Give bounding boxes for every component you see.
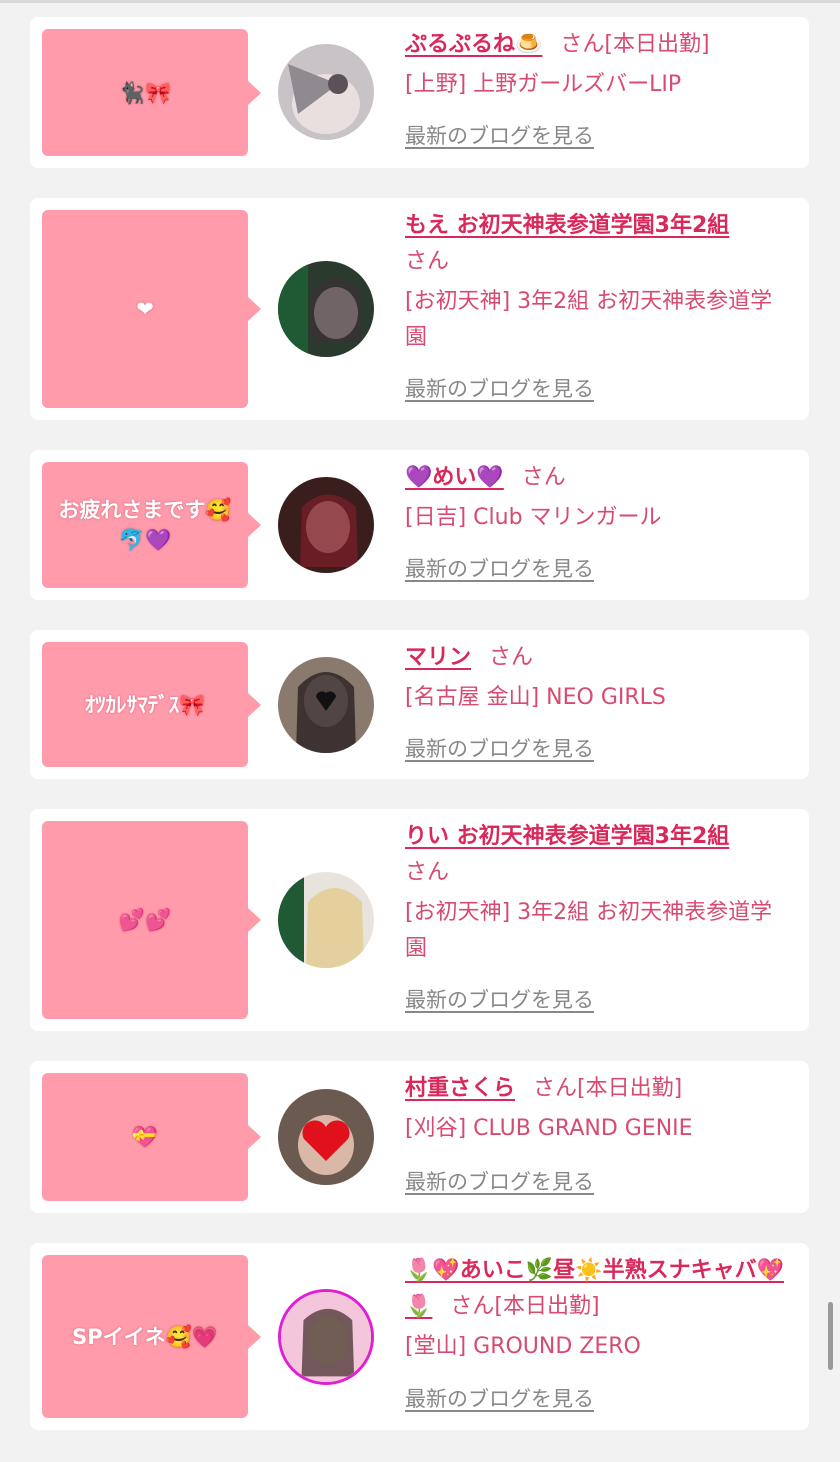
honorific: さん bbox=[450, 1294, 495, 1319]
honorific: さん bbox=[560, 32, 605, 57]
shop-name: [上野] 上野ガールズバーLIP bbox=[405, 72, 682, 97]
shop-name: [お初天神] 3年2組 お初天神表参道学園 bbox=[405, 289, 773, 350]
message-bubble: SPイイネ🥰💗 bbox=[42, 1255, 261, 1418]
cast-name-link[interactable]: もえ お初天神表参道学園3年2組 bbox=[405, 213, 729, 238]
blog-link[interactable]: 最新のブログを見る bbox=[405, 120, 594, 150]
avatar[interactable] bbox=[278, 44, 374, 140]
avatar[interactable] bbox=[278, 1289, 374, 1385]
status-badge: [本日出勤] bbox=[494, 1294, 600, 1319]
item-info: もえ お初天神表参道学園3年2組 さん [お初天神] 3年2組 お初天神表参道学… bbox=[405, 208, 789, 356]
status-badge: [本日出勤] bbox=[604, 32, 710, 57]
blog-link[interactable]: 最新のブログを見る bbox=[405, 553, 594, 583]
list-item: ❤ もえ お初天神表参道学園3年2組 さん [お初天神] 3年2組 お初天神表参… bbox=[30, 198, 809, 420]
item-info: 💜めい💜 さん [日吉] Club マリンガール bbox=[405, 460, 789, 536]
item-info: マリン さん [名古屋 金山] NEO GIRLS bbox=[405, 640, 789, 716]
honorific: さん bbox=[405, 860, 450, 885]
honorific: さん bbox=[489, 645, 534, 670]
cast-name-link[interactable]: りい お初天神表参道学園3年2組 bbox=[405, 824, 729, 849]
item-info: 🌷💖あいこ🌿昼☀️半熟スナキャバ💖🌷 さん[本日出勤] [堂山] GROUND Z… bbox=[405, 1253, 789, 1365]
blog-link[interactable]: 最新のブログを見る bbox=[405, 733, 594, 763]
list-item: ｵﾂｶﾚｻﾏﾃﾞｽ🎀 マリン さん [名古屋 金山] NEO GIRLS 最新のブ… bbox=[30, 630, 809, 779]
shop-name: [日吉] Club マリンガール bbox=[405, 505, 662, 530]
list-item: 🐈‍⬛🎀 ぷるぷるね🍮 さん[本日出勤] [上野] 上野ガールズバーLIP 最新の… bbox=[30, 17, 809, 168]
blog-link[interactable]: 最新のブログを見る bbox=[405, 984, 594, 1014]
list-item: 💕💕 りい お初天神表参道学園3年2組 さん [お初天神] 3年2組 お初天神表… bbox=[30, 809, 809, 1031]
list-item: SPイイネ🥰💗 🌷💖あいこ🌿昼☀️半熟スナキャバ💖🌷 さん[本日出勤] [堂山] … bbox=[30, 1243, 809, 1430]
cast-name-link[interactable]: ぷるぷるね🍮 bbox=[405, 32, 542, 57]
message-bubble: ❤ bbox=[42, 210, 261, 408]
cast-name-link[interactable]: 村重さくら bbox=[405, 1076, 515, 1101]
message-bubble: 💝 bbox=[42, 1073, 261, 1201]
status-badge: [本日出勤] bbox=[577, 1076, 683, 1101]
avatar[interactable] bbox=[278, 261, 374, 357]
message-bubble: お疲れさまです🥰🐬💜 bbox=[42, 462, 261, 588]
message-bubble: 🐈‍⬛🎀 bbox=[42, 29, 261, 156]
list-item: お疲れさまです🥰🐬💜 💜めい💜 さん [日吉] Club マリンガール 最新のブロ… bbox=[30, 450, 809, 600]
message-bubble: ｵﾂｶﾚｻﾏﾃﾞｽ🎀 bbox=[42, 642, 261, 767]
shop-name: [お初天神] 3年2組 お初天神表参道学園 bbox=[405, 900, 773, 961]
honorific: さん bbox=[533, 1076, 578, 1101]
message-bubble: 💕💕 bbox=[42, 821, 261, 1019]
item-info: りい お初天神表参道学園3年2組 さん [お初天神] 3年2組 お初天神表参道学… bbox=[405, 819, 789, 967]
avatar[interactable] bbox=[278, 1089, 374, 1185]
blog-link[interactable]: 最新のブログを見る bbox=[405, 1166, 594, 1196]
cast-name-link[interactable]: 💜めい💜 bbox=[405, 465, 504, 490]
item-info: 村重さくら さん[本日出勤] [刈谷] CLUB GRAND GENIE bbox=[405, 1071, 789, 1147]
avatar[interactable] bbox=[278, 657, 374, 753]
avatar[interactable] bbox=[278, 477, 374, 573]
avatar[interactable] bbox=[278, 872, 374, 968]
cast-name-link[interactable]: マリン bbox=[405, 645, 471, 670]
top-divider bbox=[0, 0, 840, 3]
blog-link[interactable]: 最新のブログを見る bbox=[405, 373, 594, 403]
blog-link[interactable]: 最新のブログを見る bbox=[405, 1383, 594, 1413]
shop-name: [堂山] GROUND ZERO bbox=[405, 1334, 641, 1359]
list-item: 💝 村重さくら さん[本日出勤] [刈谷] CLUB GRAND GENIE 最新… bbox=[30, 1061, 809, 1213]
honorific: さん bbox=[405, 249, 450, 274]
shop-name: [刈谷] CLUB GRAND GENIE bbox=[405, 1116, 693, 1141]
scrollbar[interactable] bbox=[828, 1302, 833, 1370]
honorific: さん bbox=[521, 465, 566, 490]
item-info: ぷるぷるね🍮 さん[本日出勤] [上野] 上野ガールズバーLIP bbox=[405, 27, 789, 103]
shop-name: [名古屋 金山] NEO GIRLS bbox=[405, 685, 666, 710]
